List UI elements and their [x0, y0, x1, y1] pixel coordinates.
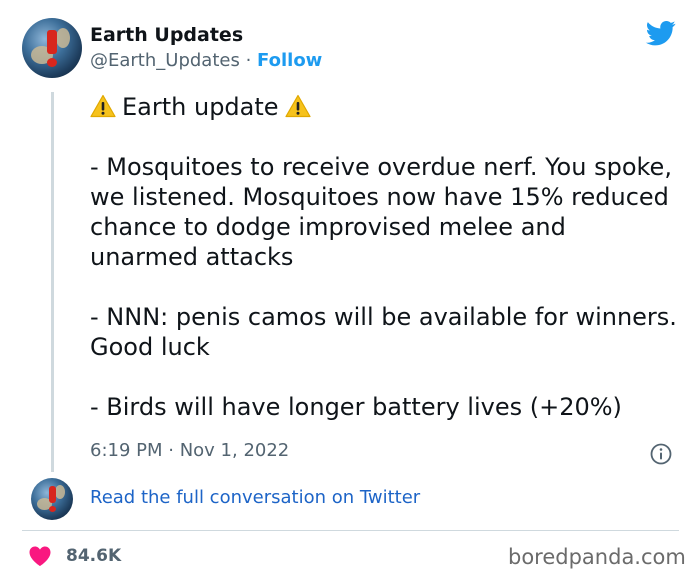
warning-icon	[284, 94, 311, 118]
avatar-exclamation-bar	[47, 30, 57, 54]
watermark: boredpanda.com	[508, 545, 686, 569]
warning-icon	[90, 94, 116, 118]
account-handle-row: @Earth_Updates · Follow	[90, 50, 322, 71]
avatar-exclamation-bar	[49, 486, 56, 503]
tweet-timestamp[interactable]: 6:19 PM · Nov 1, 2022	[90, 440, 289, 461]
heart-icon[interactable]	[28, 545, 52, 567]
tweet-paragraph: - Mosquitoes to receive overdue nerf. Yo…	[90, 153, 672, 271]
avatar-landmass	[56, 28, 70, 48]
avatar-landmass	[55, 485, 65, 499]
twitter-bird-icon[interactable]	[644, 18, 678, 48]
separator-dot: ·	[245, 50, 252, 71]
thread-line	[51, 92, 54, 472]
tweet-paragraph: - NNN: penis camos will be available for…	[90, 303, 677, 361]
tweet-body: Earth update - Mosquitoes to receive ove…	[90, 92, 680, 422]
avatar-small[interactable]	[31, 478, 73, 520]
read-conversation-link[interactable]: Read the full conversation on Twitter	[90, 487, 420, 508]
avatar[interactable]	[22, 18, 82, 78]
avatar-exclamation-dot	[47, 58, 57, 67]
tweet-paragraph: - Birds will have longer battery lives (…	[90, 393, 622, 421]
account-handle[interactable]: @Earth_Updates	[90, 50, 240, 71]
divider	[22, 530, 679, 531]
account-name[interactable]: Earth Updates	[90, 24, 243, 46]
avatar-exclamation-dot	[49, 506, 56, 512]
info-icon[interactable]	[650, 443, 672, 465]
tweet-headline-line: Earth update	[90, 92, 680, 122]
like-row[interactable]: 84.6K	[28, 545, 121, 567]
tweet-headline: Earth update	[122, 93, 279, 121]
likes-count: 84.6K	[66, 546, 122, 566]
follow-button[interactable]: Follow	[257, 50, 322, 71]
